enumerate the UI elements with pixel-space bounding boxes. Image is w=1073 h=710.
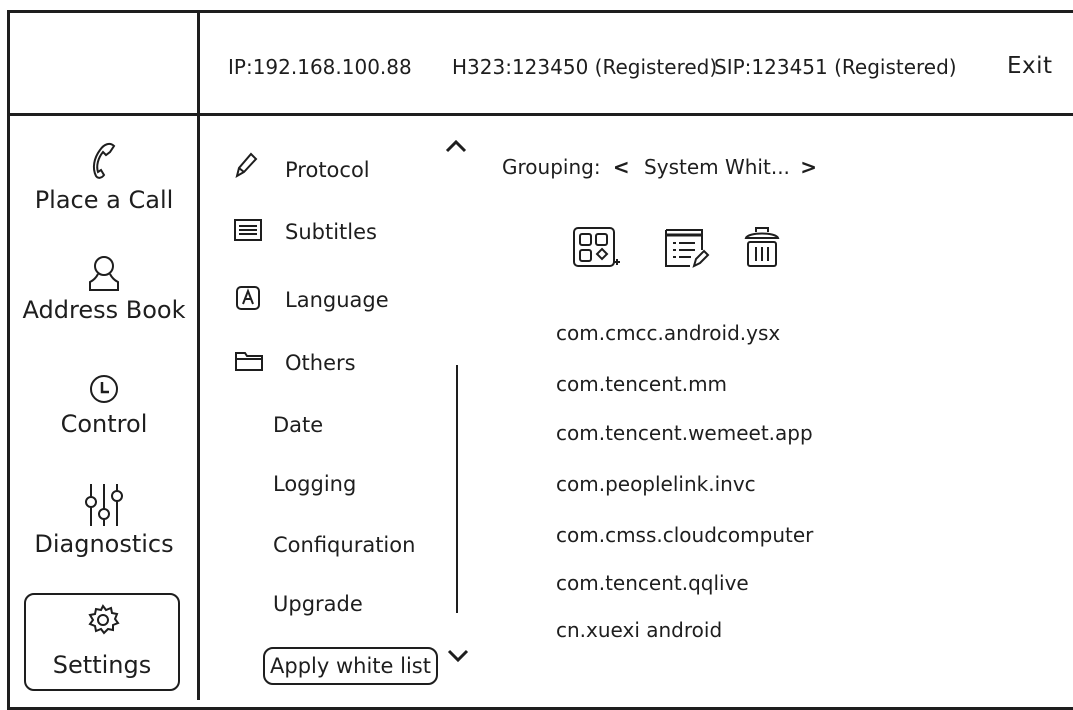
package-item[interactable]: com.tencent.wemeet.app [556, 421, 813, 445]
gear-icon [88, 604, 120, 635]
submenu-item-configuration[interactable]: Confiquration [273, 533, 415, 557]
nav-diagnostics[interactable]: Diagnostics [10, 480, 198, 558]
sliders-icon [85, 484, 123, 526]
header-divider [7, 113, 1073, 116]
folder-icon [235, 352, 263, 371]
nav-label: Place a Call [34, 186, 174, 214]
nav-label: Diagnostics [34, 530, 174, 558]
h323-status: H323:123450 (Registered) [452, 55, 718, 79]
nav-control[interactable]: Control [10, 370, 198, 438]
ip-address: IP:192.168.100.88 [228, 55, 412, 79]
trash-icon[interactable] [742, 224, 782, 270]
package-item[interactable]: com.cmcc.android.ysx [556, 321, 780, 345]
package-item[interactable]: cn.xuexi android [556, 618, 722, 642]
sip-status: SIP:123451 (Registered) [714, 55, 957, 79]
package-item[interactable]: com.tencent.qqlive [556, 571, 749, 595]
nav-settings[interactable]: Settings [24, 593, 180, 691]
menu-label: Protocol [285, 158, 370, 182]
list-icon [234, 219, 262, 241]
clock-icon [90, 375, 118, 403]
phone-icon [92, 142, 116, 179]
sidebar-divider [197, 10, 200, 700]
nav-address-book[interactable]: Address Book [10, 252, 198, 324]
next-group-icon[interactable]: > [800, 155, 817, 179]
scroll-down-icon[interactable] [446, 648, 470, 664]
submenu-item-upgrade[interactable]: Upgrade [273, 592, 363, 616]
prev-group-icon[interactable]: < [613, 155, 630, 179]
menu-scrollbar[interactable] [456, 365, 458, 613]
nav-label: Settings [52, 651, 152, 679]
edit-list-icon[interactable] [664, 226, 710, 270]
menu-label: Subtitles [285, 220, 377, 244]
apply-white-list-button[interactable]: Apply white list [263, 647, 438, 685]
menu-label: Language [285, 288, 389, 312]
grouping-label: Grouping: [502, 155, 601, 179]
package-item[interactable]: com.peoplelink.invc [556, 472, 756, 496]
nav-label: Control [60, 410, 148, 438]
nav-place-a-call[interactable]: Place a Call [10, 136, 198, 214]
submenu-item-date[interactable]: Date [273, 413, 323, 437]
letter-a-icon [236, 286, 260, 310]
grouping-value: System Whit... [644, 155, 790, 179]
person-icon [89, 256, 119, 291]
package-item[interactable]: com.tencent.mm [556, 372, 727, 396]
pencil-icon [235, 152, 258, 179]
submenu-item-logging[interactable]: Logging [273, 472, 356, 496]
scroll-up-icon[interactable] [444, 138, 468, 154]
add-app-icon[interactable] [572, 226, 622, 272]
menu-label: Others [285, 351, 356, 375]
package-item[interactable]: com.cmss.cloudcomputer [556, 523, 813, 547]
nav-label: Address Book [22, 296, 186, 324]
exit-button[interactable]: Exit [1007, 53, 1053, 79]
grouping-selector: Grouping: < System Whit... > [502, 155, 817, 179]
